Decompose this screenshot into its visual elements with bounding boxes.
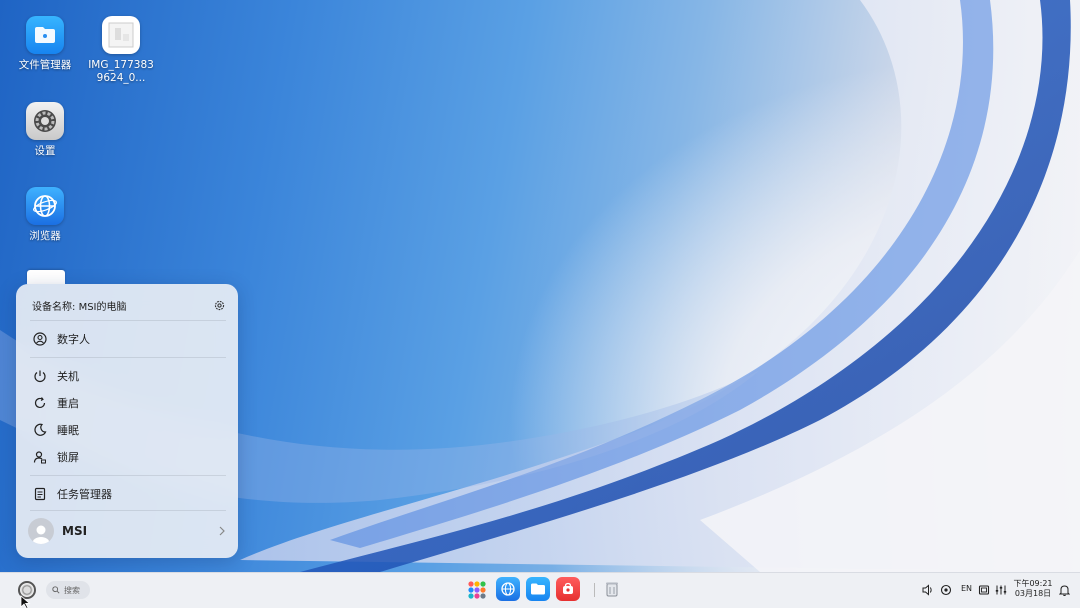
taskbar-separator <box>594 583 595 597</box>
power-icon <box>32 368 48 384</box>
search-icon <box>52 586 60 594</box>
app-store-icon[interactable] <box>556 577 580 601</box>
device-name-label: 设备名称: <box>32 301 76 313</box>
screenshot-icon[interactable] <box>977 583 991 597</box>
user-name: MSI <box>62 524 88 538</box>
search-placeholder: 搜索 <box>64 585 80 595</box>
desktop-icon-file-manager[interactable]: 文件管理器 <box>9 16 81 72</box>
desktop-icon-partial[interactable] <box>27 270 65 284</box>
clock-date: 03月18日 <box>1014 589 1052 598</box>
menu-divider <box>30 357 226 358</box>
taskbar-clock[interactable]: 下午09:21 03月18日 <box>1012 579 1054 599</box>
sleep-moon-icon <box>32 422 48 438</box>
volume-icon[interactable] <box>921 583 935 597</box>
settings-gear-icon[interactable] <box>213 299 226 312</box>
menu-item-sleep[interactable]: 睡眠 <box>32 419 226 441</box>
desktop-icon-label: 文件管理器 <box>18 59 72 71</box>
digital-human-icon <box>32 331 48 347</box>
menu-item-label: 任务管理器 <box>57 488 112 501</box>
device-name-value: MSI的电脑 <box>78 301 127 313</box>
menu-divider <box>30 510 226 511</box>
trash-icon[interactable] <box>600 577 624 601</box>
notification-bell-icon[interactable] <box>1057 583 1071 597</box>
app-launcher-icon[interactable] <box>465 577 489 601</box>
user-avatar <box>28 518 54 544</box>
desktop-icon-label: 设置 <box>34 145 56 157</box>
taskbar: 搜索 EN 下午09:21 03月18日 <box>0 572 1080 608</box>
desktop-icon-settings[interactable]: 设置 <box>9 102 81 158</box>
menu-item-task-manager[interactable]: 任务管理器 <box>32 483 226 505</box>
browser-globe-icon <box>26 187 64 225</box>
menu-item-restart[interactable]: 重启 <box>32 392 226 414</box>
menu-item-label: 关机 <box>57 370 79 383</box>
language-indicator[interactable]: EN <box>961 584 972 593</box>
image-thumbnail-icon <box>102 16 140 54</box>
start-menu-header: 设备名称: MSI的电脑 <box>32 296 226 314</box>
desktop-icon-image-file[interactable]: IMG_1773839624_0... <box>85 16 157 85</box>
desktop-icon-browser[interactable]: 浏览器 <box>9 187 81 243</box>
restart-icon <box>32 395 48 411</box>
file-manager-icon[interactable] <box>526 577 550 601</box>
menu-item-label: 数字人 <box>57 333 90 346</box>
menu-item-label: 锁屏 <box>57 451 79 464</box>
menu-item-label: 重启 <box>57 397 79 410</box>
menu-item-digital-human[interactable]: 数字人 <box>32 328 226 350</box>
menu-item-label: 睡眠 <box>57 424 79 437</box>
menu-item-shutdown[interactable]: 关机 <box>32 365 226 387</box>
lock-user-icon <box>32 449 48 465</box>
browser-icon[interactable] <box>496 577 520 601</box>
settings-gear-icon <box>26 102 64 140</box>
taskbar-search[interactable]: 搜索 <box>46 581 90 599</box>
desktop-icon-label: 浏览器 <box>29 230 61 242</box>
network-icon[interactable] <box>939 583 953 597</box>
start-menu: 设备名称: MSI的电脑 数字人 关机 重启 睡眠 锁屏 任务管理器 MSI <box>16 284 238 558</box>
control-center-icon[interactable] <box>994 583 1008 597</box>
chevron-right-icon <box>218 526 226 536</box>
user-account-row[interactable]: MSI <box>28 516 226 546</box>
task-manager-icon <box>32 486 48 502</box>
menu-divider <box>30 320 226 321</box>
clock-time: 下午09:21 <box>1013 579 1053 588</box>
device-name-row: 设备名称: MSI的电脑 <box>32 298 127 313</box>
menu-divider <box>30 475 226 476</box>
menu-item-lock-screen[interactable]: 锁屏 <box>32 446 226 468</box>
desktop-icon-label: IMG_1773839624_0... <box>88 59 154 84</box>
mouse-cursor-icon <box>20 594 32 608</box>
folder-icon <box>26 16 64 54</box>
